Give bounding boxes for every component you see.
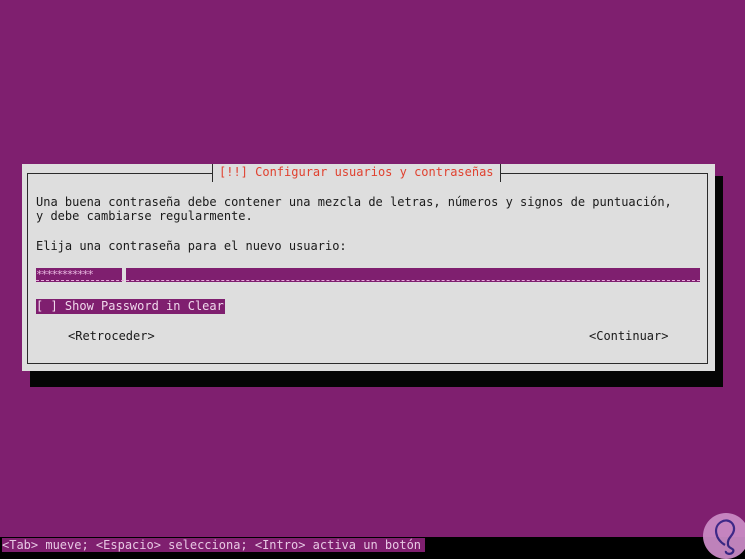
logo-icon	[703, 513, 745, 559]
dialog-title: [!!] Configurar usuarios y contraseñas	[212, 164, 501, 182]
setup-dialog: [!!] Configurar usuarios y contraseñas U…	[22, 164, 715, 371]
password-prompt: Elija una contraseña para el nuevo usuar…	[36, 239, 347, 253]
description-line-1: Una buena contraseña debe contener una m…	[36, 195, 672, 209]
show-password-checkbox[interactable]: [ ] Show Password in Clear	[36, 299, 225, 314]
password-input-underline	[36, 280, 700, 281]
description-line-2: y debe cambiarse regularmente.	[36, 209, 253, 223]
keyboard-help-text: <Tab> mueve; <Espacio> selecciona; <Intr…	[2, 538, 426, 552]
back-button[interactable]: <Retroceder>	[68, 329, 155, 343]
continue-button[interactable]: <Continuar>	[589, 329, 668, 343]
password-input[interactable]: ***********	[36, 268, 700, 282]
